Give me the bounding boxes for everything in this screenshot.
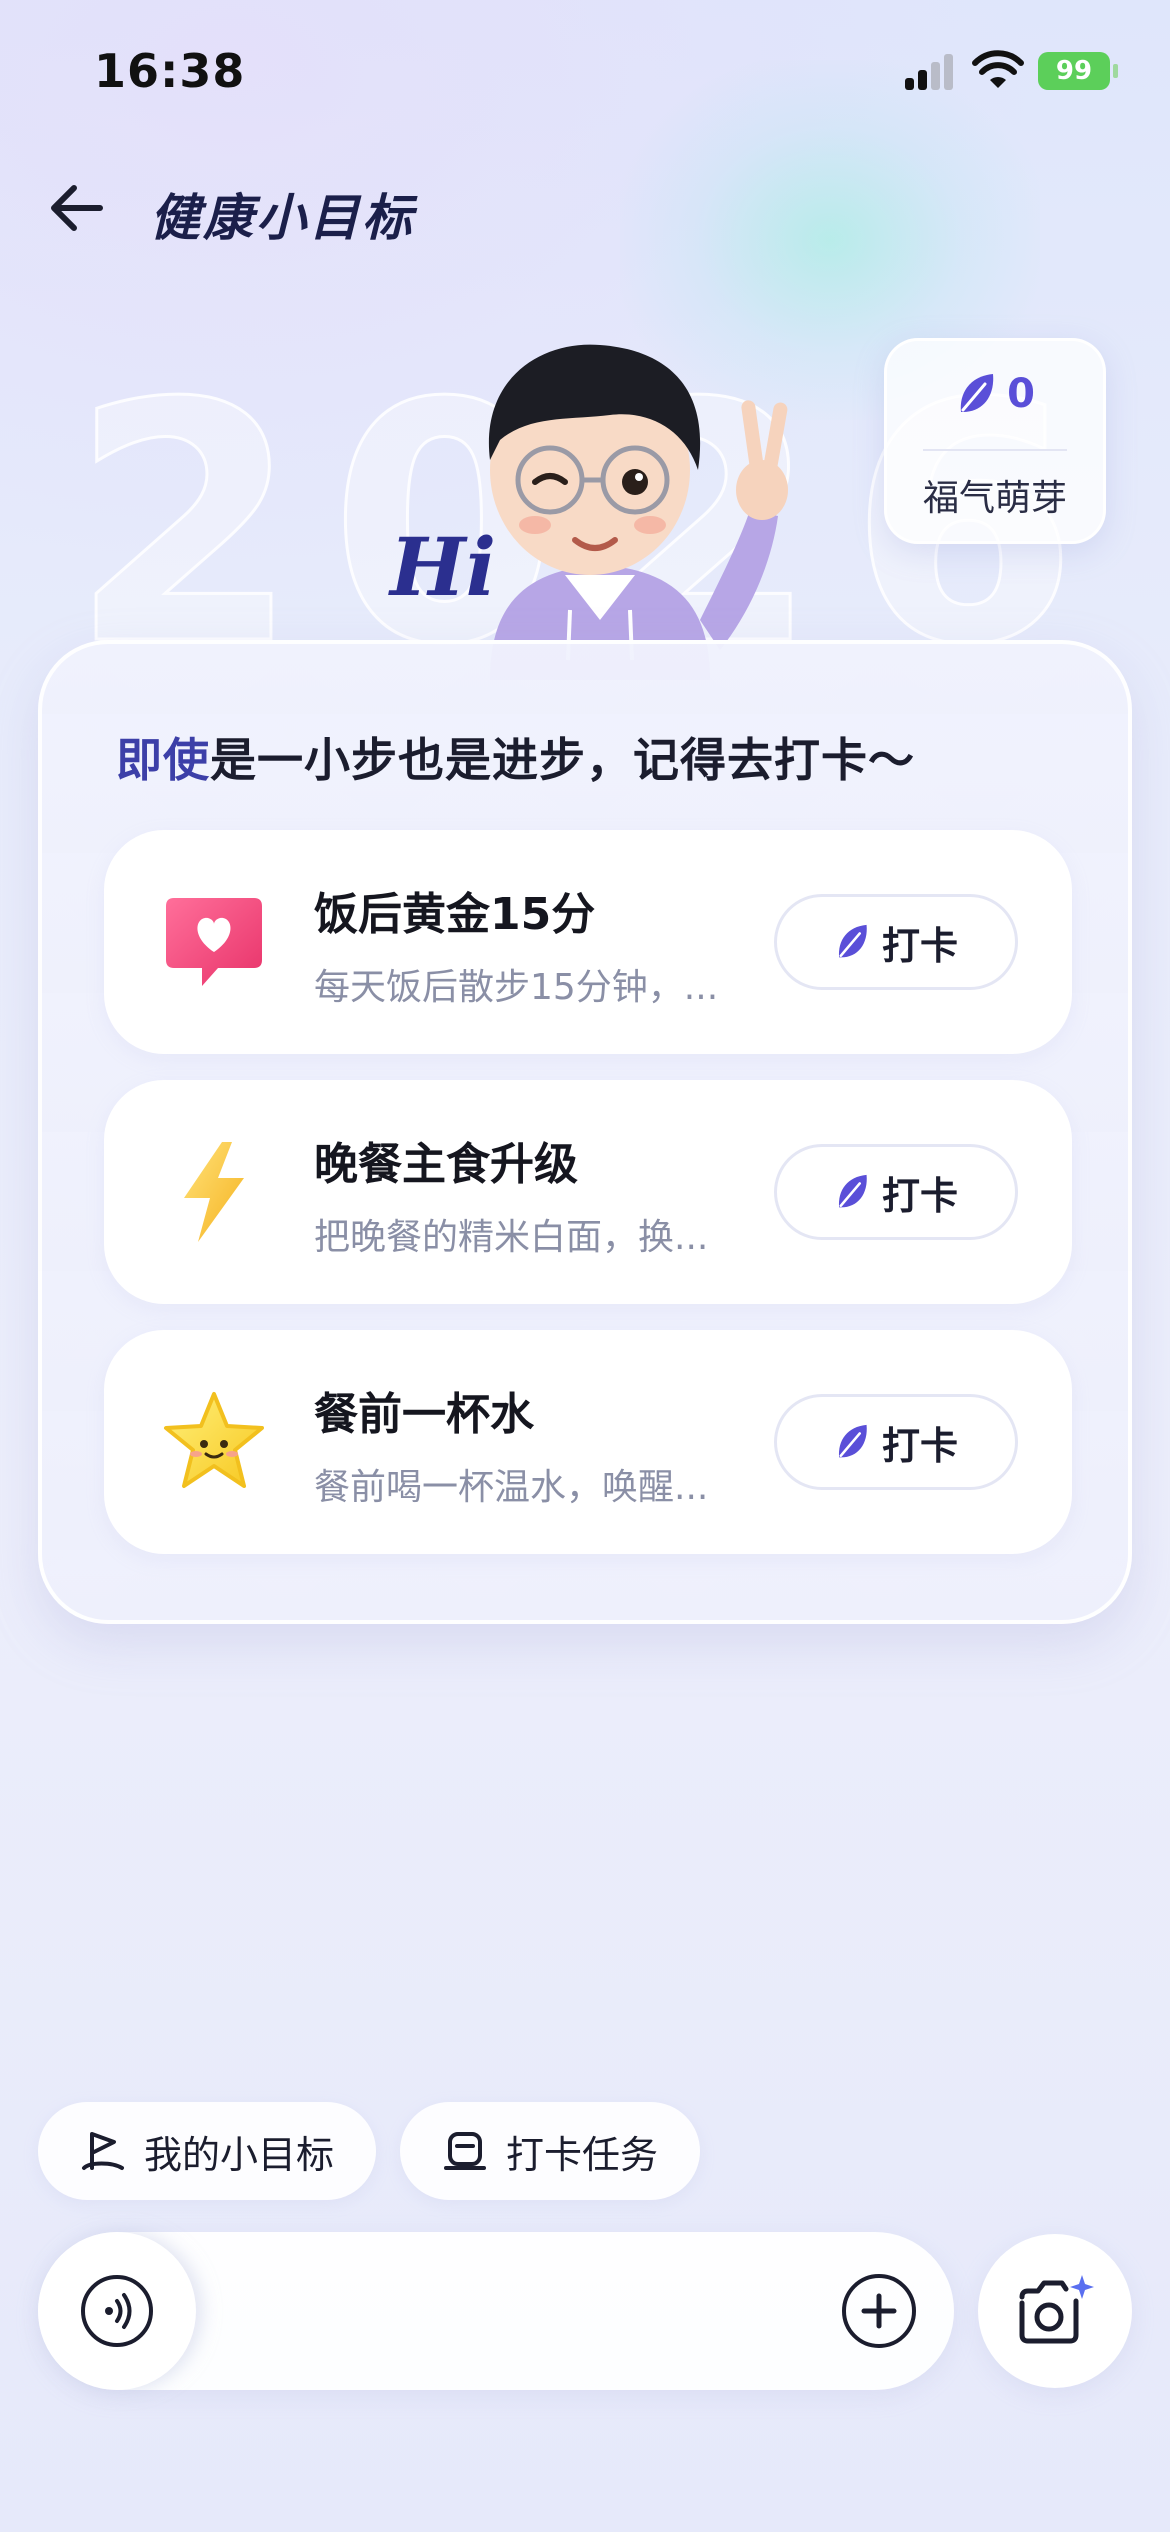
checkin-tasks-chip[interactable]: 打卡任务 <box>400 2102 701 2200</box>
motto-accent: 即使 <box>116 733 210 787</box>
lightning-icon <box>160 1138 268 1246</box>
signal-icon <box>905 54 955 90</box>
points-card[interactable]: 0 福气萌芽 <box>884 338 1106 544</box>
heart-bubble-icon <box>160 888 268 996</box>
my-goals-chip[interactable]: 我的小目标 <box>38 2102 377 2200</box>
hi-logo: Hi <box>390 520 496 614</box>
star-face-icon <box>160 1388 268 1496</box>
task-card[interactable]: 餐前一杯水 餐前喝一杯温水，唤醒... 打卡 <box>104 1330 1072 1554</box>
checkin-label: 打卡 <box>881 923 958 968</box>
leaf-icon <box>838 924 867 958</box>
motto-rest: 是一小步也是进步，记得去打卡～ <box>210 733 915 787</box>
task-icon <box>444 2132 486 2170</box>
battery-indicator: 99 <box>1038 52 1118 90</box>
task-title: 餐前一杯水 <box>314 1389 534 1440</box>
checkin-label: 打卡 <box>881 1423 958 1468</box>
chip-label: 打卡任务 <box>506 2132 659 2177</box>
task-title: 晚餐主食升级 <box>314 1139 578 1190</box>
points-divider <box>923 449 1067 451</box>
mascot-avatar <box>400 320 800 680</box>
checkin-button[interactable]: 打卡 <box>774 894 1018 990</box>
leaf-icon <box>838 1424 867 1458</box>
checkin-label: 打卡 <box>881 1173 958 1218</box>
camera-button[interactable] <box>978 2234 1132 2388</box>
camera-icon <box>1019 2275 1094 2344</box>
chip-label: 我的小目标 <box>144 2132 335 2177</box>
motto-text: 即使是一小步也是进步，记得去打卡～ <box>116 724 915 790</box>
back-arrow-icon <box>51 185 103 231</box>
plus-icon <box>842 2274 916 2348</box>
leaf-icon <box>960 374 994 412</box>
status-bar: 16:38 99 <box>0 0 1170 150</box>
voice-button[interactable] <box>38 2232 196 2390</box>
goals-panel: 即使是一小步也是进步，记得去打卡～ 饭后黄金15分 每天饭后散步15分钟，...… <box>38 640 1132 1624</box>
add-button[interactable] <box>840 2272 918 2350</box>
task-card[interactable]: 晚餐主食升级 把晚餐的精米白面，换... 打卡 <box>104 1080 1072 1304</box>
voice-icon <box>81 2275 153 2347</box>
back-button[interactable] <box>44 176 108 240</box>
status-time: 16:38 <box>94 44 246 98</box>
task-description: 把晚餐的精米白面，换... <box>314 1217 709 1258</box>
wifi-icon <box>972 50 1024 90</box>
task-title: 饭后黄金15分 <box>314 889 596 940</box>
points-value: 0 <box>1007 371 1035 417</box>
battery-level: 99 <box>1055 56 1093 86</box>
task-card[interactable]: 饭后黄金15分 每天饭后散步15分钟，... 打卡 <box>104 830 1072 1054</box>
leaf-icon <box>838 1174 867 1208</box>
checkin-button[interactable]: 打卡 <box>774 1394 1018 1490</box>
checkin-button[interactable]: 打卡 <box>774 1144 1018 1240</box>
chat-input-bar[interactable] <box>38 2232 954 2390</box>
points-label: 福气萌芽 <box>922 478 1067 519</box>
page-title: 健康小目标 <box>150 189 415 247</box>
task-description: 每天饭后散步15分钟，... <box>314 967 719 1008</box>
task-description: 餐前喝一杯温水，唤醒... <box>314 1467 709 1508</box>
flag-icon <box>82 2132 124 2170</box>
